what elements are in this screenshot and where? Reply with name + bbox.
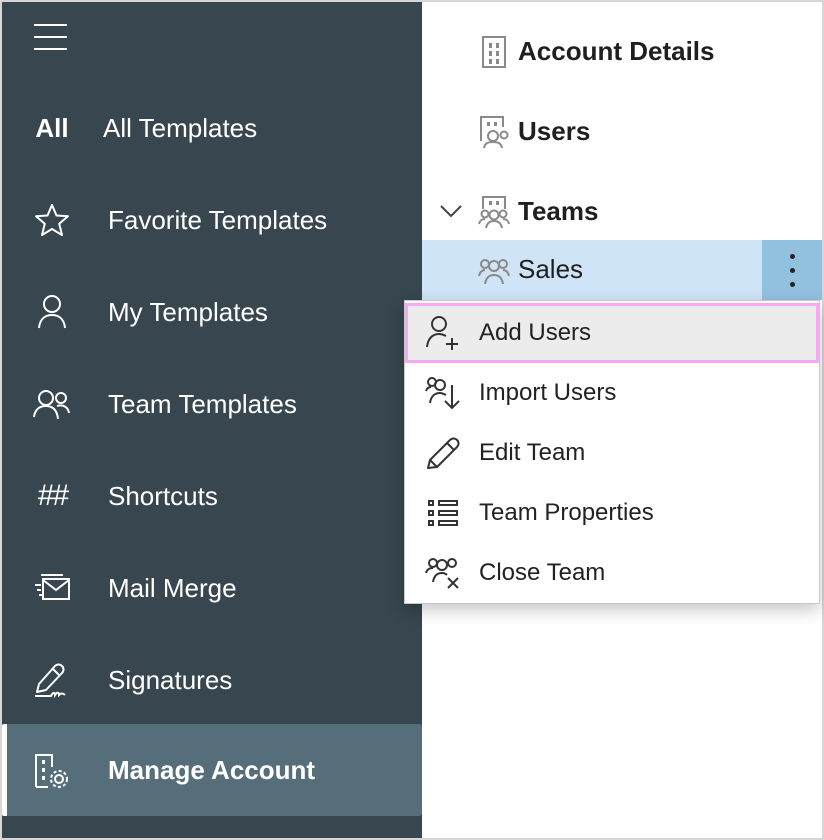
menu-item-add-users[interactable]: Add Users <box>405 303 819 363</box>
menu-item-team-properties[interactable]: Team Properties <box>405 483 819 543</box>
sidebar-item-signatures[interactable]: Signatures <box>2 650 422 710</box>
hamburger-icon[interactable] <box>34 20 68 50</box>
people-remove-icon <box>425 555 461 591</box>
menu-item-close-team[interactable]: Close Team <box>405 543 819 603</box>
chevron-down-icon[interactable] <box>438 198 464 224</box>
people-import-icon <box>425 375 461 411</box>
tree-item-label: Sales <box>518 254 584 284</box>
sidebar-item-label: Manage Account <box>108 754 316 785</box>
more-vertical-icon[interactable] <box>762 240 822 300</box>
sidebar-item-label: Team Templates <box>108 388 297 419</box>
menu-item-edit-team[interactable]: Edit Team <box>405 423 819 483</box>
tree-item-label: Users <box>518 116 591 146</box>
building-people-icon <box>478 115 510 149</box>
building-icon <box>478 35 510 69</box>
list-icon <box>425 495 461 531</box>
context-menu: Add Users Import Users Edit Team Team Pr… <box>404 300 820 604</box>
person-add-icon <box>425 315 461 351</box>
star-icon <box>32 200 72 240</box>
sidebar-item-favorite-templates[interactable]: Favorite Templates <box>2 190 422 250</box>
building-gear-icon <box>32 750 72 790</box>
sidebar-item-all-templates[interactable]: All All Templates <box>2 98 422 158</box>
menu-item-label: Close Team <box>479 559 606 586</box>
pencil-icon <box>425 435 461 471</box>
sidebar-item-label: Favorite Templates <box>108 204 328 235</box>
sidebar-item-my-templates[interactable]: My Templates <box>2 282 422 342</box>
building-team-icon <box>478 195 510 229</box>
team-icon <box>478 254 510 288</box>
sidebar-item-label: Shortcuts <box>108 480 218 511</box>
sidebar-item-label: All Templates <box>103 112 258 143</box>
menu-item-label: Edit Team <box>479 439 586 466</box>
sidebar: All All Templates Favorite Templates My … <box>2 2 422 838</box>
menu-item-label: Add Users <box>479 319 592 346</box>
sidebar-item-label: My Templates <box>108 296 268 327</box>
sidebar-item-mail-merge[interactable]: Mail Merge <box>2 558 422 618</box>
sidebar-item-label: Signatures <box>108 664 233 695</box>
sidebar-item-manage-account[interactable]: Manage Account <box>2 724 422 816</box>
sidebar-item-label: Mail Merge <box>108 572 237 603</box>
signature-pen-icon <box>32 660 72 700</box>
hash-icon: ## <box>37 479 68 512</box>
mail-fast-icon <box>32 568 72 608</box>
person-icon <box>32 292 72 332</box>
menu-item-import-users[interactable]: Import Users <box>405 363 819 423</box>
sidebar-item-shortcuts[interactable]: ## Shortcuts <box>2 466 422 526</box>
all-text-icon: All <box>35 112 69 143</box>
menu-item-label: Team Properties <box>479 499 654 526</box>
people-icon <box>32 384 72 424</box>
sidebar-item-team-templates[interactable]: Team Templates <box>2 374 422 434</box>
tree-item-label: Account Details <box>518 36 715 66</box>
menu-item-label: Import Users <box>479 379 617 406</box>
tree-item-label: Teams <box>518 196 599 226</box>
